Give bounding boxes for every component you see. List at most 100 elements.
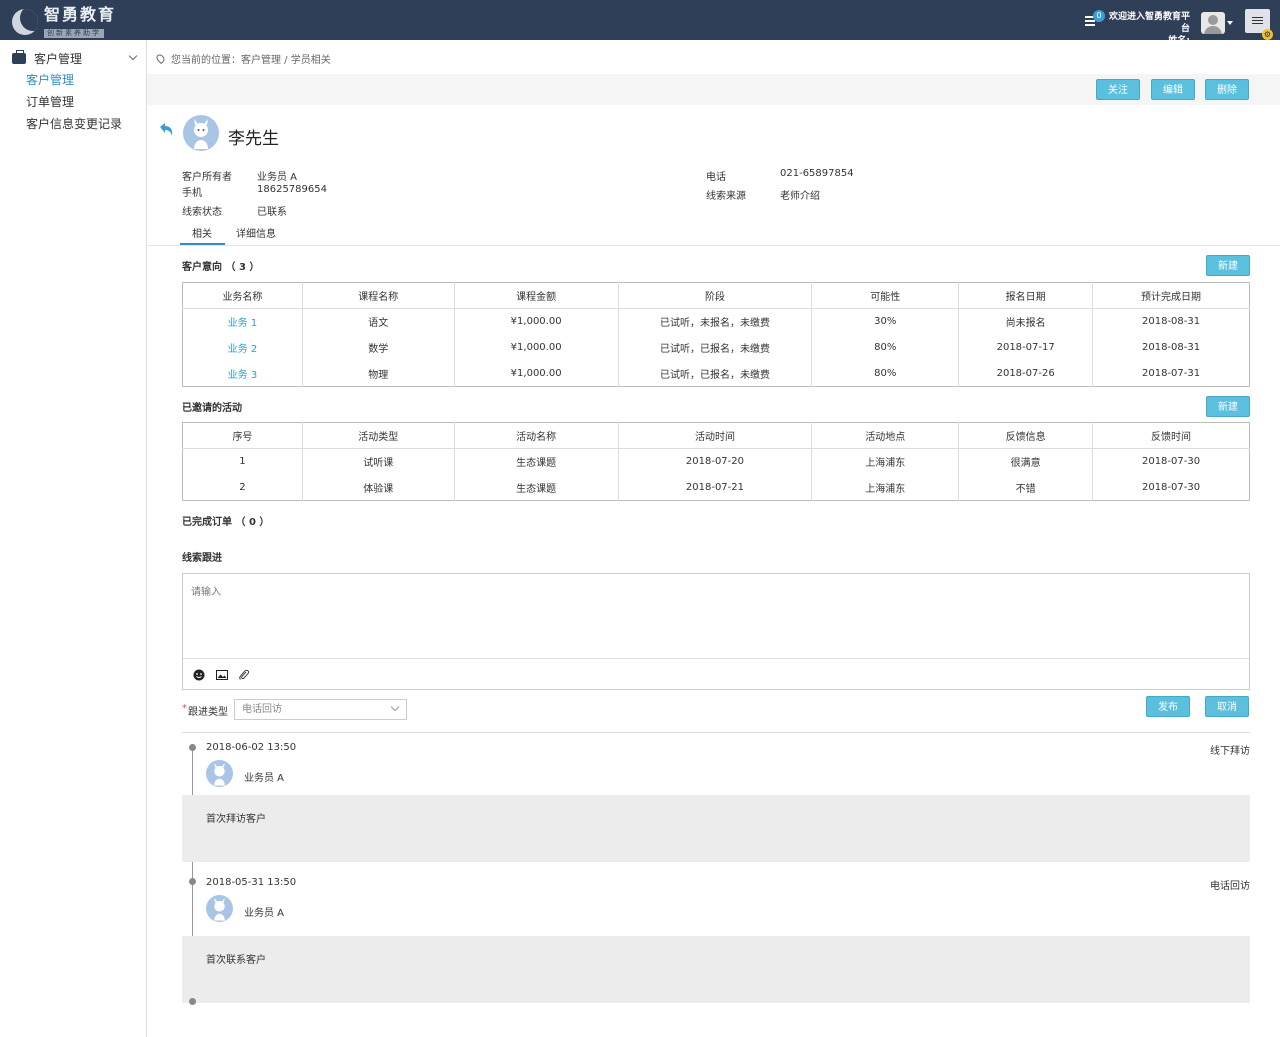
table-cell: 已试听，已报名，未缴费 [617,360,812,387]
activities-section-title: 已邀请的活动 [182,403,242,414]
breadcrumb: 您当前的位置：客户管理 / 学员相关 [154,51,331,66]
table-cell: 2018-07-17 [958,334,1093,361]
top-bar: 智勇教育 创新素养助学 0 欢迎进入智勇教育平台 姓名: ⚙ [0,0,1280,46]
back-arrow-icon[interactable] [156,120,176,140]
timeline-type: 电话回访 [1210,881,1250,892]
table-row: 业务 1 语文 ¥1,000.00 已试听，未报名，未缴费 30% 尚未报名 2… [183,308,1250,335]
table-cell: 2 [239,481,246,493]
sidebar-group-customer[interactable]: 客户管理 [12,49,138,66]
business-link[interactable]: 业务 1 [183,309,303,335]
timeline-user: 业务员 A [244,908,285,919]
briefcase-icon [12,49,26,64]
customer-name: 李先生 [228,129,279,149]
logo-subtitle: 创新素养助学 [44,29,104,38]
activities-new-button[interactable]: 新建 [1206,396,1250,417]
publish-button[interactable]: 发布 [1146,696,1190,717]
timeline-time: 2018-05-31 13:50 [206,877,297,888]
column-header: 活动时间 [617,422,812,449]
table-cell: 尚未报名 [958,308,1093,335]
editor-toolbar [183,658,1249,689]
table-row: 2 体验课 生态课题 2018-07-21 上海浦东 不错 2018-07-30 [183,474,1250,501]
timeline-note-box: 首次拜访客户 [182,795,1250,862]
table-header-row: 序号 活动类型 活动名称 活动时间 活动地点 反馈信息 反馈时间 [182,422,1250,449]
table-cell: 2018-07-21 [617,474,812,501]
table-cell: 已试听，未报名，未缴费 [617,308,812,335]
table-cell: 上海浦东 [811,474,959,501]
user-avatar[interactable] [1201,12,1225,34]
owner-value: 业务员 A [257,172,298,183]
table-row: 业务 3 物理 ¥1,000.00 已试听，已报名，未缴费 80% 2018-0… [183,360,1250,387]
table-cell: 30% [811,308,959,335]
table-cell: ¥1,000.00 [453,334,619,361]
sidebar: 客户管理 客户管理 订单管理 客户信息变更记录 [0,40,147,1037]
logo-title: 智勇教育 [44,5,117,24]
column-header: 反馈信息 [958,422,1093,449]
sidebar-item-orders[interactable]: 订单管理 [26,93,74,110]
column-header: 反馈时间 [1092,422,1250,449]
owner-label: 客户所有者 [182,172,232,183]
sidebar-item-customer[interactable]: 客户管理 [26,71,74,88]
timeline-avatar [206,895,233,922]
cancel-button[interactable]: 取消 [1205,696,1249,717]
delete-button[interactable]: 删除 [1205,79,1249,100]
table-cell: 不错 [958,474,1093,501]
followup-type-value: 电话回访 [242,704,282,715]
status-label: 线索状态 [182,207,222,218]
column-header: 预计完成日期 [1092,282,1250,309]
section-divider [182,732,1250,733]
table-cell: 1 [239,456,246,468]
column-header: 活动类型 [301,422,455,449]
customer-avatar [183,115,219,151]
source-label: 线索来源 [706,191,746,202]
edit-button[interactable]: 编辑 [1151,79,1195,100]
followup-placeholder: 请输入 [191,587,221,598]
table-cell: 2018-07-30 [1092,474,1250,501]
tab-related[interactable]: 相关 [192,225,212,240]
required-marker: * [182,703,187,714]
table-row: 业务 2 数学 ¥1,000.00 已试听，已报名，未缴费 80% 2018-0… [183,334,1250,361]
column-header: 课程名称 [301,282,455,309]
logo-mark-icon [12,9,38,35]
timeline-note-box: 首次联系客户 [182,936,1250,1003]
column-header: 序号 [232,432,253,443]
sidebar-item-change-log[interactable]: 客户信息变更记录 [26,115,122,132]
breadcrumb-text: 您当前的位置：客户管理 / 学员相关 [171,55,331,66]
table-cell: 上海浦东 [811,448,959,475]
logo[interactable]: 智勇教育 创新素养助学 [12,6,116,38]
mobile-value: 18625789654 [257,184,327,195]
emoji-icon[interactable] [193,669,205,681]
phone-label: 电话 [706,172,726,183]
table-cell: 80% [811,334,959,361]
follow-button[interactable]: 关注 [1096,79,1140,100]
intent-table: 业务名称 课程名称 课程金额 阶段 可能性 报名日期 预计完成日期 业务 1 语… [182,282,1250,387]
timeline-note: 首次联系客户 [206,955,266,966]
table-cell: 2018-08-31 [1092,308,1250,335]
followup-type-select[interactable]: 电话回访 [234,699,407,720]
intent-new-button[interactable]: 新建 [1206,255,1250,276]
table-cell: 80% [811,360,959,387]
business-link[interactable]: 业务 3 [183,361,303,387]
followup-editor[interactable]: 请输入 [182,573,1250,690]
table-cell: 体验课 [301,474,455,501]
column-header: 活动名称 [453,422,619,449]
message-count-badge: 0 [1093,10,1105,22]
timeline-dot [189,878,196,885]
attachment-icon[interactable] [238,669,250,681]
business-link[interactable]: 业务 2 [183,335,303,361]
activities-table: 序号 活动类型 活动名称 活动时间 活动地点 反馈信息 反馈时间 1 试听课 生… [182,422,1250,501]
intent-section-title: 客户意向 （ 3 ） [182,262,260,273]
timeline-dot [189,744,196,751]
column-header: 活动地点 [811,422,959,449]
phone-value: 021-65897854 [780,168,854,179]
location-pin-icon [154,52,167,65]
sidebar-group-label: 客户管理 [34,51,83,66]
gear-icon[interactable]: ⚙ [1262,29,1273,40]
image-icon[interactable] [216,669,228,681]
followup-type-label: 跟进类型 [188,707,228,718]
user-menu-caret-icon[interactable] [1227,21,1233,25]
column-header: 课程金额 [453,282,619,309]
tab-details[interactable]: 详细信息 [236,225,276,240]
status-value: 已联系 [257,207,287,218]
table-cell: 2018-07-26 [958,360,1093,387]
table-cell: 生态课题 [453,448,619,475]
